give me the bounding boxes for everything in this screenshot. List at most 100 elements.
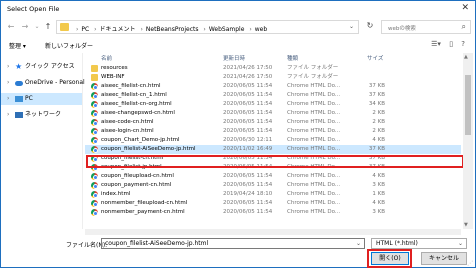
file-date: 2020/06/05 11:54 (223, 101, 273, 107)
chevron-right-icon[interactable]: › (7, 93, 9, 105)
file-row[interactable]: nonmember_fileupload-cn.html 2020/06/05 1… (85, 199, 461, 208)
up-arrow-icon[interactable]: ↑ (42, 21, 54, 33)
breadcrumb-item[interactable]: web (255, 26, 267, 33)
file-row[interactable]: aiseec_filelist-cn-org.html 2020/06/05 11… (85, 100, 461, 109)
breadcrumb-item[interactable]: NetBeansProjects (146, 26, 199, 33)
breadcrumb-item[interactable]: WebSample (209, 26, 245, 33)
chrome-icon (91, 92, 98, 99)
filetype-select[interactable]: HTML (*.html) ⌄ (371, 238, 467, 249)
title-bar: Select Open File ✕ (1, 1, 475, 17)
nav-item-network[interactable]: › ネットワーク (1, 109, 82, 121)
file-name: index.html (101, 191, 131, 197)
file-type: ファイル フォルダー (287, 65, 339, 71)
file-list: 名前 更新日時 種類 サイズ resources 2021/04/26 17:50… (85, 53, 461, 229)
preview-pane-icon[interactable]: ▯ (449, 40, 453, 48)
chrome-icon (91, 182, 98, 189)
file-size: 37 KB (368, 92, 385, 98)
help-icon[interactable]: ? (461, 40, 465, 48)
breadcrumb-item[interactable]: PC (81, 26, 89, 33)
address-bar[interactable]: › PC › ドキュメント › NetBeansProjects › WebSample… (56, 20, 359, 34)
breadcrumb-item[interactable]: ドキュメント (100, 26, 136, 33)
file-size: 3 KB (372, 209, 385, 215)
file-date: 2019/04/24 18:10 (223, 191, 273, 197)
chevron-right-icon[interactable]: › (7, 109, 9, 121)
nav-item-quick-access[interactable]: › ★ クイック アクセス (1, 61, 82, 73)
file-size: 2 KB (372, 110, 385, 116)
file-row[interactable]: aisee-login-cn.html 2020/06/05 11:54 Chrom… (85, 127, 461, 136)
column-header-size[interactable]: サイズ (367, 54, 383, 62)
close-icon[interactable]: ✕ (461, 3, 469, 13)
file-row[interactable]: coupon_filelist-AiSeeDemo-jp.html 2020/11… (85, 145, 461, 154)
file-row[interactable]: nonmember_payment-cn.html 2020/06/05 11:5… (85, 208, 461, 217)
file-name: nonmember_fileupload-cn.html (101, 200, 188, 206)
file-type: Chrome HTML Do... (287, 101, 341, 107)
horizontal-scrollbar[interactable] (85, 229, 461, 235)
file-type: Chrome HTML Do... (287, 146, 341, 152)
file-size: 2 KB (372, 119, 385, 125)
file-row[interactable]: coupon_Chart_Demo-jp.html 2020/06/30 12:1… (85, 136, 461, 145)
file-row[interactable]: aiseec_filelist-cn_1.html 2020/06/05 11:5… (85, 91, 461, 100)
back-arrow-icon[interactable]: ← (5, 21, 17, 33)
file-type: Chrome HTML Do... (287, 173, 341, 179)
scroll-up-icon[interactable]: ▲ (464, 54, 468, 60)
selected-file-highlight (86, 155, 464, 168)
chevron-down-icon[interactable]: ⌄ (349, 23, 354, 30)
column-header-type[interactable]: 種類 (287, 54, 298, 62)
chevron-right-icon[interactable]: › (7, 61, 9, 73)
open-button-highlight (367, 249, 412, 268)
resize-grip-icon[interactable]: ⋰ (467, 260, 473, 267)
nav-item-onedrive[interactable]: › OneDrive - Personal (1, 77, 85, 89)
chevron-right-icon[interactable]: › (7, 77, 9, 89)
file-row[interactable]: aisee-code-cn.html 2020/06/05 11:54 Chrome… (85, 118, 461, 127)
file-row[interactable]: aiseec_filelist-cn.html 2020/06/05 11:54 C… (85, 82, 461, 91)
file-name: nonmember_payment-cn.html (101, 209, 185, 215)
file-type: Chrome HTML Do... (287, 83, 341, 89)
file-name: coupon_fileupload-cn.html (101, 173, 174, 179)
file-date: 2020/06/05 11:54 (223, 119, 273, 125)
pc-icon (15, 96, 23, 102)
chevron-down-icon: ⌄ (457, 240, 463, 247)
file-name: coupon_payment-cn.html (101, 182, 172, 188)
column-header-name[interactable]: 名前 (101, 54, 112, 62)
new-folder-button[interactable]: 新しいフォルダー (45, 41, 93, 50)
filetype-value: HTML (*.html) (376, 240, 418, 247)
file-row[interactable]: index.html 2019/04/24 18:10 Chrome HTML Do… (85, 190, 461, 199)
file-type: Chrome HTML Do... (287, 191, 341, 197)
forward-arrow-icon[interactable]: → (19, 21, 31, 33)
filename-input[interactable]: coupon_filelist-AiSeeDemo-jp.html ⌄ (101, 238, 365, 249)
column-header-date[interactable]: 更新日時 (223, 54, 245, 62)
file-row[interactable]: resources 2021/04/26 17:50 ファイル フォルダー (85, 64, 461, 73)
star-icon: ★ (15, 62, 23, 71)
nav-item-label: OneDrive - Personal (25, 79, 85, 86)
file-size: 4 KB (372, 173, 385, 179)
chrome-icon (91, 83, 98, 90)
file-size: 3 KB (372, 182, 385, 188)
nav-item-pc[interactable]: › PC (1, 93, 82, 105)
file-name: WEB-INF (101, 74, 125, 80)
scrollbar-thumb[interactable] (465, 75, 471, 135)
window-title: Select Open File (7, 5, 60, 13)
file-name: aisee-login-cn.html (101, 128, 154, 134)
file-name: aiseec_filelist-cn.html (101, 83, 161, 89)
chevron-down-icon[interactable]: ⌄ (356, 239, 361, 249)
address-row: ← → ⌄ ↑ › PC › ドキュメント › NetBeansProjects › W… (1, 17, 475, 37)
search-input[interactable]: webの検索 ⌕ (381, 20, 471, 34)
view-options-icon[interactable]: ☰▾ (431, 40, 441, 48)
vertical-scrollbar[interactable]: ▲ ▼ (463, 53, 473, 229)
file-row[interactable]: aisee-changepswd-cn.html 2020/06/05 11:54… (85, 109, 461, 118)
file-row[interactable]: coupon_fileupload-cn.html 2020/06/05 11:5… (85, 172, 461, 181)
refresh-icon[interactable]: ↻ (363, 21, 377, 33)
file-row[interactable]: coupon_payment-cn.html 2020/06/05 11:54 Ch… (85, 181, 461, 190)
organize-button[interactable]: 整理 ▾ (9, 41, 26, 50)
cloud-icon (15, 81, 23, 86)
file-name: coupon_filelist-AiSeeDemo-jp.html (101, 146, 196, 152)
scroll-down-icon[interactable]: ▼ (464, 222, 468, 228)
breadcrumb: › PC › ドキュメント › NetBeansProjects › WebSample… (76, 26, 268, 33)
file-date: 2020/06/05 11:54 (223, 209, 273, 215)
file-type: Chrome HTML Do... (287, 182, 341, 188)
cancel-button[interactable]: キャンセル (421, 252, 467, 265)
file-type: Chrome HTML Do... (287, 200, 341, 206)
chrome-icon (91, 128, 98, 135)
file-row[interactable]: WEB-INF 2021/04/26 17:50 ファイル フォルダー (85, 73, 461, 82)
network-icon (15, 112, 23, 118)
